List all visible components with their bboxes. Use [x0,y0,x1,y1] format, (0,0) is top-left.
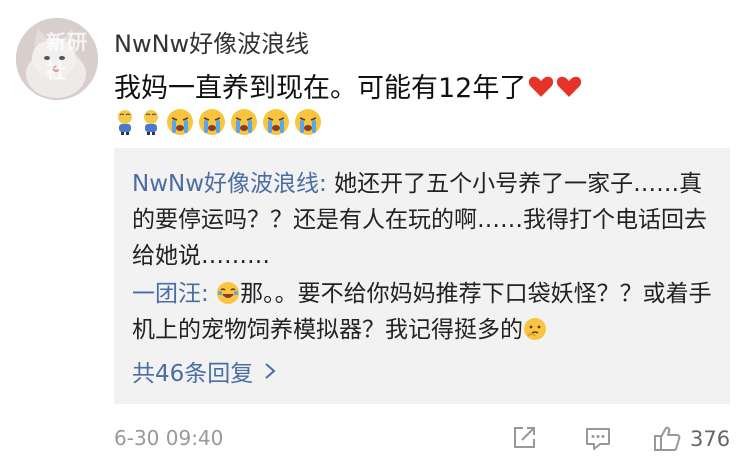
heart-emoji-icon [529,76,554,97]
comment-footer: 6-30 09:40 376 [114,424,730,454]
more-replies-label: 共46条回复 [132,361,254,387]
comment-text: 我妈一直养到现在。可能有12年了 [114,73,527,104]
crying-face-emoji-icon [295,109,321,135]
like-button[interactable]: 376 [652,424,730,454]
reply-separator: : [201,281,217,307]
reply-item[interactable]: 一团汪: 那。。要不给你妈妈推荐下口袋妖怪？？或着手机上的宠物饲养模拟器？我记得… [132,276,722,348]
watermark-text: 新研社 [46,30,88,83]
comment-username[interactable]: NwNw好像波浪线 [114,24,309,59]
emoji-row [114,108,322,136]
comment-timestamp: 6-30 09:40 [114,426,224,450]
chevron-right-icon [265,363,276,379]
like-count: 376 [690,427,731,451]
reply-item[interactable]: NwNw好像波浪线: 她还开了五个小号养了一家子……真的要停运吗？？还是有人在玩… [132,166,722,274]
more-replies-link[interactable]: 共46条回复 [132,354,277,388]
comment-button[interactable] [584,424,612,452]
crying-face-emoji-icon [231,109,257,135]
crying-face-emoji-icon [263,109,289,135]
share-icon [514,427,535,448]
share-button[interactable] [510,424,538,452]
small-figure-emoji-icon [144,110,158,135]
replies-box: NwNw好像波浪线: 她还开了五个小号养了一家子……真的要停运吗？？还是有人在玩… [114,148,730,404]
thinking-face-emoji-icon [524,318,546,340]
comment-text-row: 我妈一直养到现在。可能有12年了 [114,66,582,105]
crying-face-emoji-icon [199,109,225,135]
comment-icon [586,428,610,450]
reply-separator: : [319,171,335,197]
laughing-tears-emoji-icon [217,282,240,304]
thumbs-up-icon [654,426,681,451]
crying-face-emoji-icon [167,109,193,135]
small-figure-emoji-icon [118,110,132,135]
reply-author[interactable]: 一团汪 [132,281,201,307]
avatar[interactable]: 新研社 [16,18,98,100]
heart-emoji-icon [557,76,582,97]
reply-author[interactable]: NwNw好像波浪线 [132,171,319,197]
